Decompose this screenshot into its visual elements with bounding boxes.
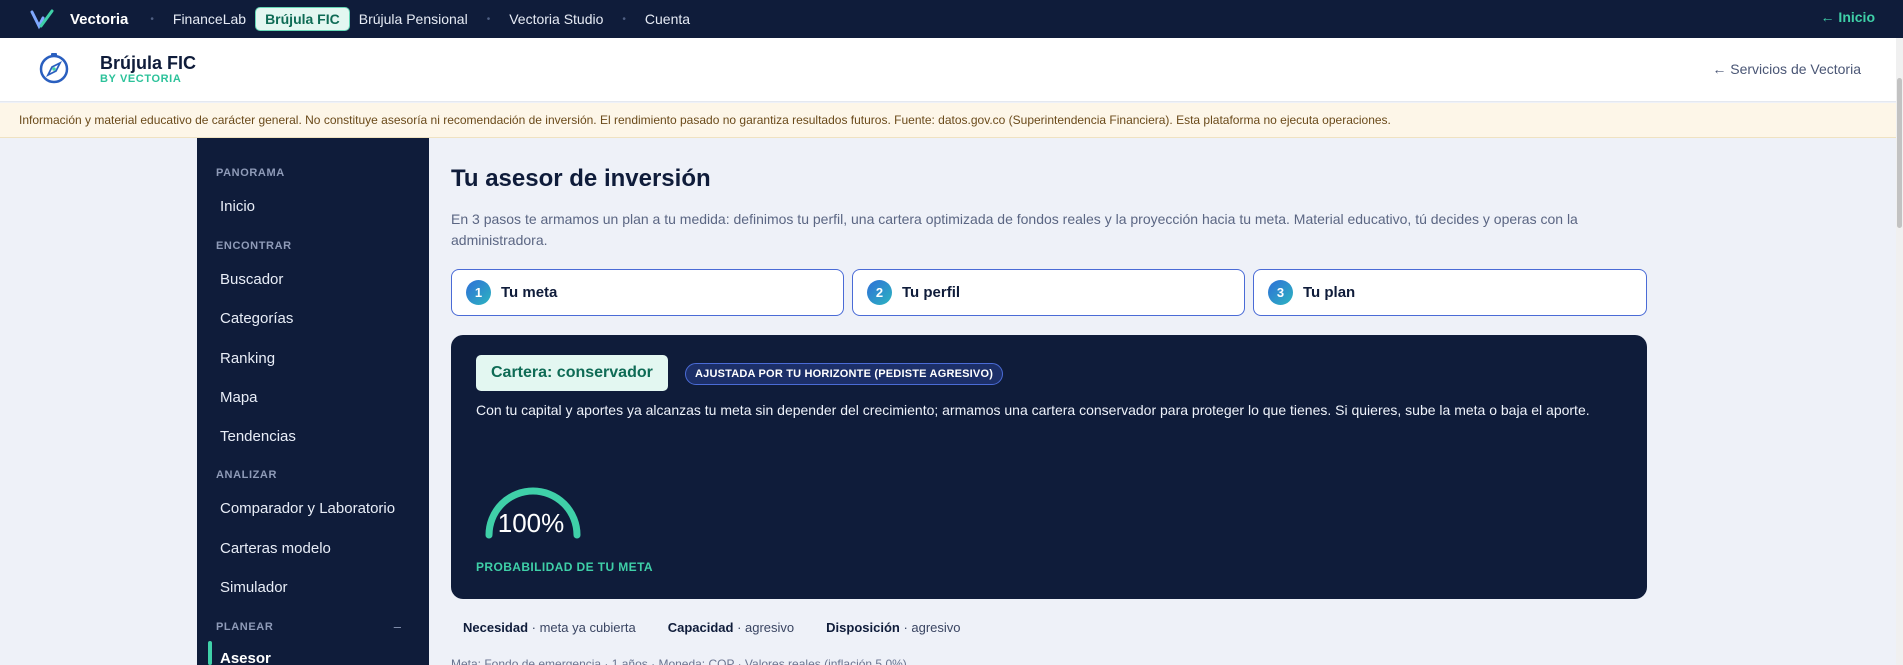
sidebar-item-inicio[interactable]: Inicio xyxy=(220,198,255,215)
goal-meta-line: Meta: Fondo de emergencia · 1 años · Mon… xyxy=(451,657,907,665)
step-tab-perfil[interactable]: 2 Tu perfil xyxy=(852,269,1245,316)
sidebar-item-categorias[interactable]: Categorías xyxy=(220,310,293,327)
summary-capacidad: Capacidad · agresivo xyxy=(667,620,795,635)
app-title: Brújula FIC xyxy=(100,53,197,73)
sidebar-heading-encontrar: ENCONTRAR xyxy=(216,240,292,252)
top-navigation-bar: Vectoria • FinanceLab Brújula FIC Brújul… xyxy=(0,0,1903,38)
sidebar: PANORAMA Inicio ENCONTRAR Buscador Categ… xyxy=(197,138,429,665)
probability-value: 100% xyxy=(497,508,565,538)
step-tab-meta[interactable]: 1 Tu meta xyxy=(451,269,844,316)
sidebar-active-indicator xyxy=(208,641,212,665)
sidebar-heading-analizar: ANALIZAR xyxy=(216,469,278,481)
sidebar-item-comparador[interactable]: Comparador y Laboratorio xyxy=(220,500,395,517)
step-number: 3 xyxy=(1268,280,1293,305)
portfolio-type-label: Cartera: conservador xyxy=(476,355,668,391)
probability-label: PROBABILIDAD DE TU META xyxy=(476,560,653,574)
summary-disposicion: Disposición · agresivo xyxy=(826,620,961,635)
sidebar-item-asesor[interactable]: Asesor xyxy=(220,650,271,665)
services-link[interactable]: ← Servicios de Vectoria xyxy=(1712,61,1861,77)
step-number: 2 xyxy=(867,280,892,305)
brand-name[interactable]: Vectoria xyxy=(70,11,128,28)
summary-necesidad: Necesidad · meta ya cubierta xyxy=(463,620,636,635)
horizon-adjustment-badge: AJUSTADA POR TU HORIZONTE (PEDISTE AGRES… xyxy=(685,363,1004,385)
step-label: Tu meta xyxy=(501,284,558,301)
topnav-brujula-pensional[interactable]: Brújula Pensional xyxy=(350,8,477,30)
sidebar-heading-planear: PLANEAR xyxy=(216,621,274,633)
nav-separator: • xyxy=(486,13,491,25)
topnav-cuenta[interactable]: Cuenta xyxy=(636,8,699,30)
home-link[interactable]: ← Inicio xyxy=(1821,9,1875,25)
compass-icon[interactable] xyxy=(37,51,71,85)
step-label: Tu perfil xyxy=(902,284,961,301)
page-description: En 3 pasos te armamos un plan a tu medid… xyxy=(451,211,1578,248)
topnav-brujula-fic[interactable]: Brújula FIC xyxy=(255,7,350,31)
plan-result-card: Cartera: conservador AJUSTADA POR TU HOR… xyxy=(451,335,1647,599)
sidebar-item-carteras-modelo[interactable]: Carteras modelo xyxy=(220,540,331,557)
nav-separator: • xyxy=(622,13,626,25)
step-label: Tu plan xyxy=(1303,284,1356,301)
plan-explanation: Con tu capital y aportes ya alcanzas tu … xyxy=(476,402,1590,418)
disclaimer-banner: Información y material educativo de cará… xyxy=(0,103,1903,138)
step-tab-plan[interactable]: 3 Tu plan xyxy=(1253,269,1647,316)
app-subtitle: BY VECTORIA xyxy=(100,73,182,85)
profile-summary: Necesidad · meta ya cubierta Capacidad ·… xyxy=(463,620,993,635)
scrollbar-thumb[interactable] xyxy=(1897,78,1902,228)
vectoria-logo-icon[interactable] xyxy=(30,8,56,30)
topnav-financelab[interactable]: FinanceLab xyxy=(164,8,255,30)
page-scrollbar[interactable] xyxy=(1896,38,1903,665)
topnav-vectoria-studio[interactable]: Vectoria Studio xyxy=(500,8,612,30)
sidebar-item-ranking[interactable]: Ranking xyxy=(220,350,275,367)
sidebar-item-buscador[interactable]: Buscador xyxy=(220,271,283,288)
sidebar-collapse-planear[interactable]: – xyxy=(394,619,401,634)
sidebar-item-simulador[interactable]: Simulador xyxy=(220,579,288,596)
sidebar-item-mapa[interactable]: Mapa xyxy=(220,389,258,406)
app-header: Brújula FIC BY VECTORIA ← Servicios de V… xyxy=(0,38,1903,102)
sidebar-heading-panorama: PANORAMA xyxy=(216,167,285,179)
nav-separator: • xyxy=(150,13,154,25)
step-number: 1 xyxy=(466,280,491,305)
page-title: Tu asesor de inversión xyxy=(451,165,711,192)
sidebar-item-tendencias[interactable]: Tendencias xyxy=(220,428,296,445)
